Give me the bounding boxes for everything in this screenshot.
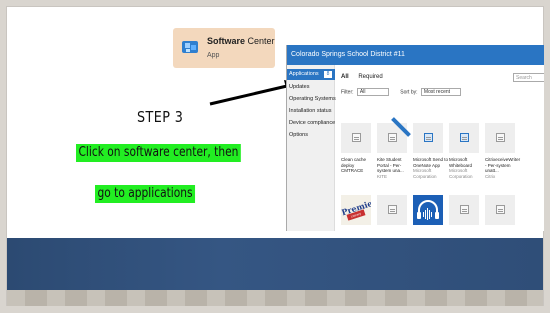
audio-app-tile[interactable]: [413, 195, 443, 225]
app-label: Clean cache deploy CMTRACE: [341, 157, 367, 173]
headphones-icon: [417, 200, 439, 220]
software-center-icon: [182, 41, 198, 53]
step-title: STEP 3: [137, 108, 184, 126]
sidebar: Applications 8 Updates Operating Systems…: [287, 65, 336, 231]
app-tile[interactable]: [341, 123, 371, 153]
search-input[interactable]: Search: [513, 73, 544, 82]
app-tile[interactable]: [485, 123, 515, 153]
app-icon: [460, 205, 469, 214]
nav-updates[interactable]: Updates: [287, 82, 335, 93]
app-tile[interactable]: [449, 195, 479, 225]
app-tile[interactable]: [377, 117, 411, 153]
filter-row: Filter: All Sort by: Most recent: [341, 88, 471, 96]
app-label: CitrixeceiveWriter - Per-system unatt...…: [485, 157, 521, 179]
footer-strip: [7, 290, 543, 306]
nav-options[interactable]: Options: [287, 130, 335, 141]
software-center-search-result[interactable]: Software Center App: [173, 28, 275, 68]
app-label: Microsoft Whiteboard Microsoft Corporati…: [449, 157, 473, 179]
app-tile[interactable]: [413, 123, 443, 153]
premier-literacy-tile[interactable]: Premier Literacy: [341, 195, 371, 225]
sort-label: Sort by:: [400, 89, 418, 96]
app-tile[interactable]: [377, 195, 407, 225]
onenote-icon: [424, 133, 433, 142]
app-icon: [496, 205, 505, 214]
tab-required[interactable]: Required: [358, 74, 382, 80]
main-panel: All Required Search Filter: All Sort by:…: [335, 65, 544, 231]
filter-dropdown[interactable]: All: [356, 88, 389, 96]
nav-installation-status[interactable]: Installation status: [287, 106, 335, 117]
software-center-title: Software Center: [207, 36, 275, 46]
sort-dropdown[interactable]: Most recent: [420, 88, 461, 96]
app-icon: [352, 133, 361, 142]
app-icon: [388, 205, 397, 214]
instruction-line-1: Click on software center, then: [76, 144, 241, 162]
nav-operating-systems[interactable]: Operating Systems: [287, 94, 336, 105]
whiteboard-icon: [460, 133, 469, 142]
tab-all[interactable]: All: [341, 74, 349, 80]
nav-applications[interactable]: Applications 8: [287, 69, 335, 80]
tab-bar: All Required: [341, 74, 391, 80]
applications-count-badge: 8: [324, 71, 332, 78]
app-icon: [496, 133, 505, 142]
app-tile[interactable]: [485, 195, 515, 225]
app-label: Kite Student Portal - Per-system una... …: [377, 157, 404, 179]
nav-device-compliance[interactable]: Device compliance: [287, 118, 335, 129]
software-center-subtitle: App: [207, 52, 220, 59]
app-tile[interactable]: [449, 123, 479, 153]
footer-band: [7, 238, 543, 290]
instruction-line-2: go to applications: [95, 185, 196, 203]
software-center-window: Colorado Springs School District #11 App…: [286, 45, 544, 231]
filter-label: Filter:: [341, 89, 354, 96]
window-title: Colorado Springs School District #11: [287, 45, 544, 65]
app-icon: [388, 133, 397, 142]
app-label: Microsoft Send to OneNote App Microsoft …: [413, 157, 449, 179]
